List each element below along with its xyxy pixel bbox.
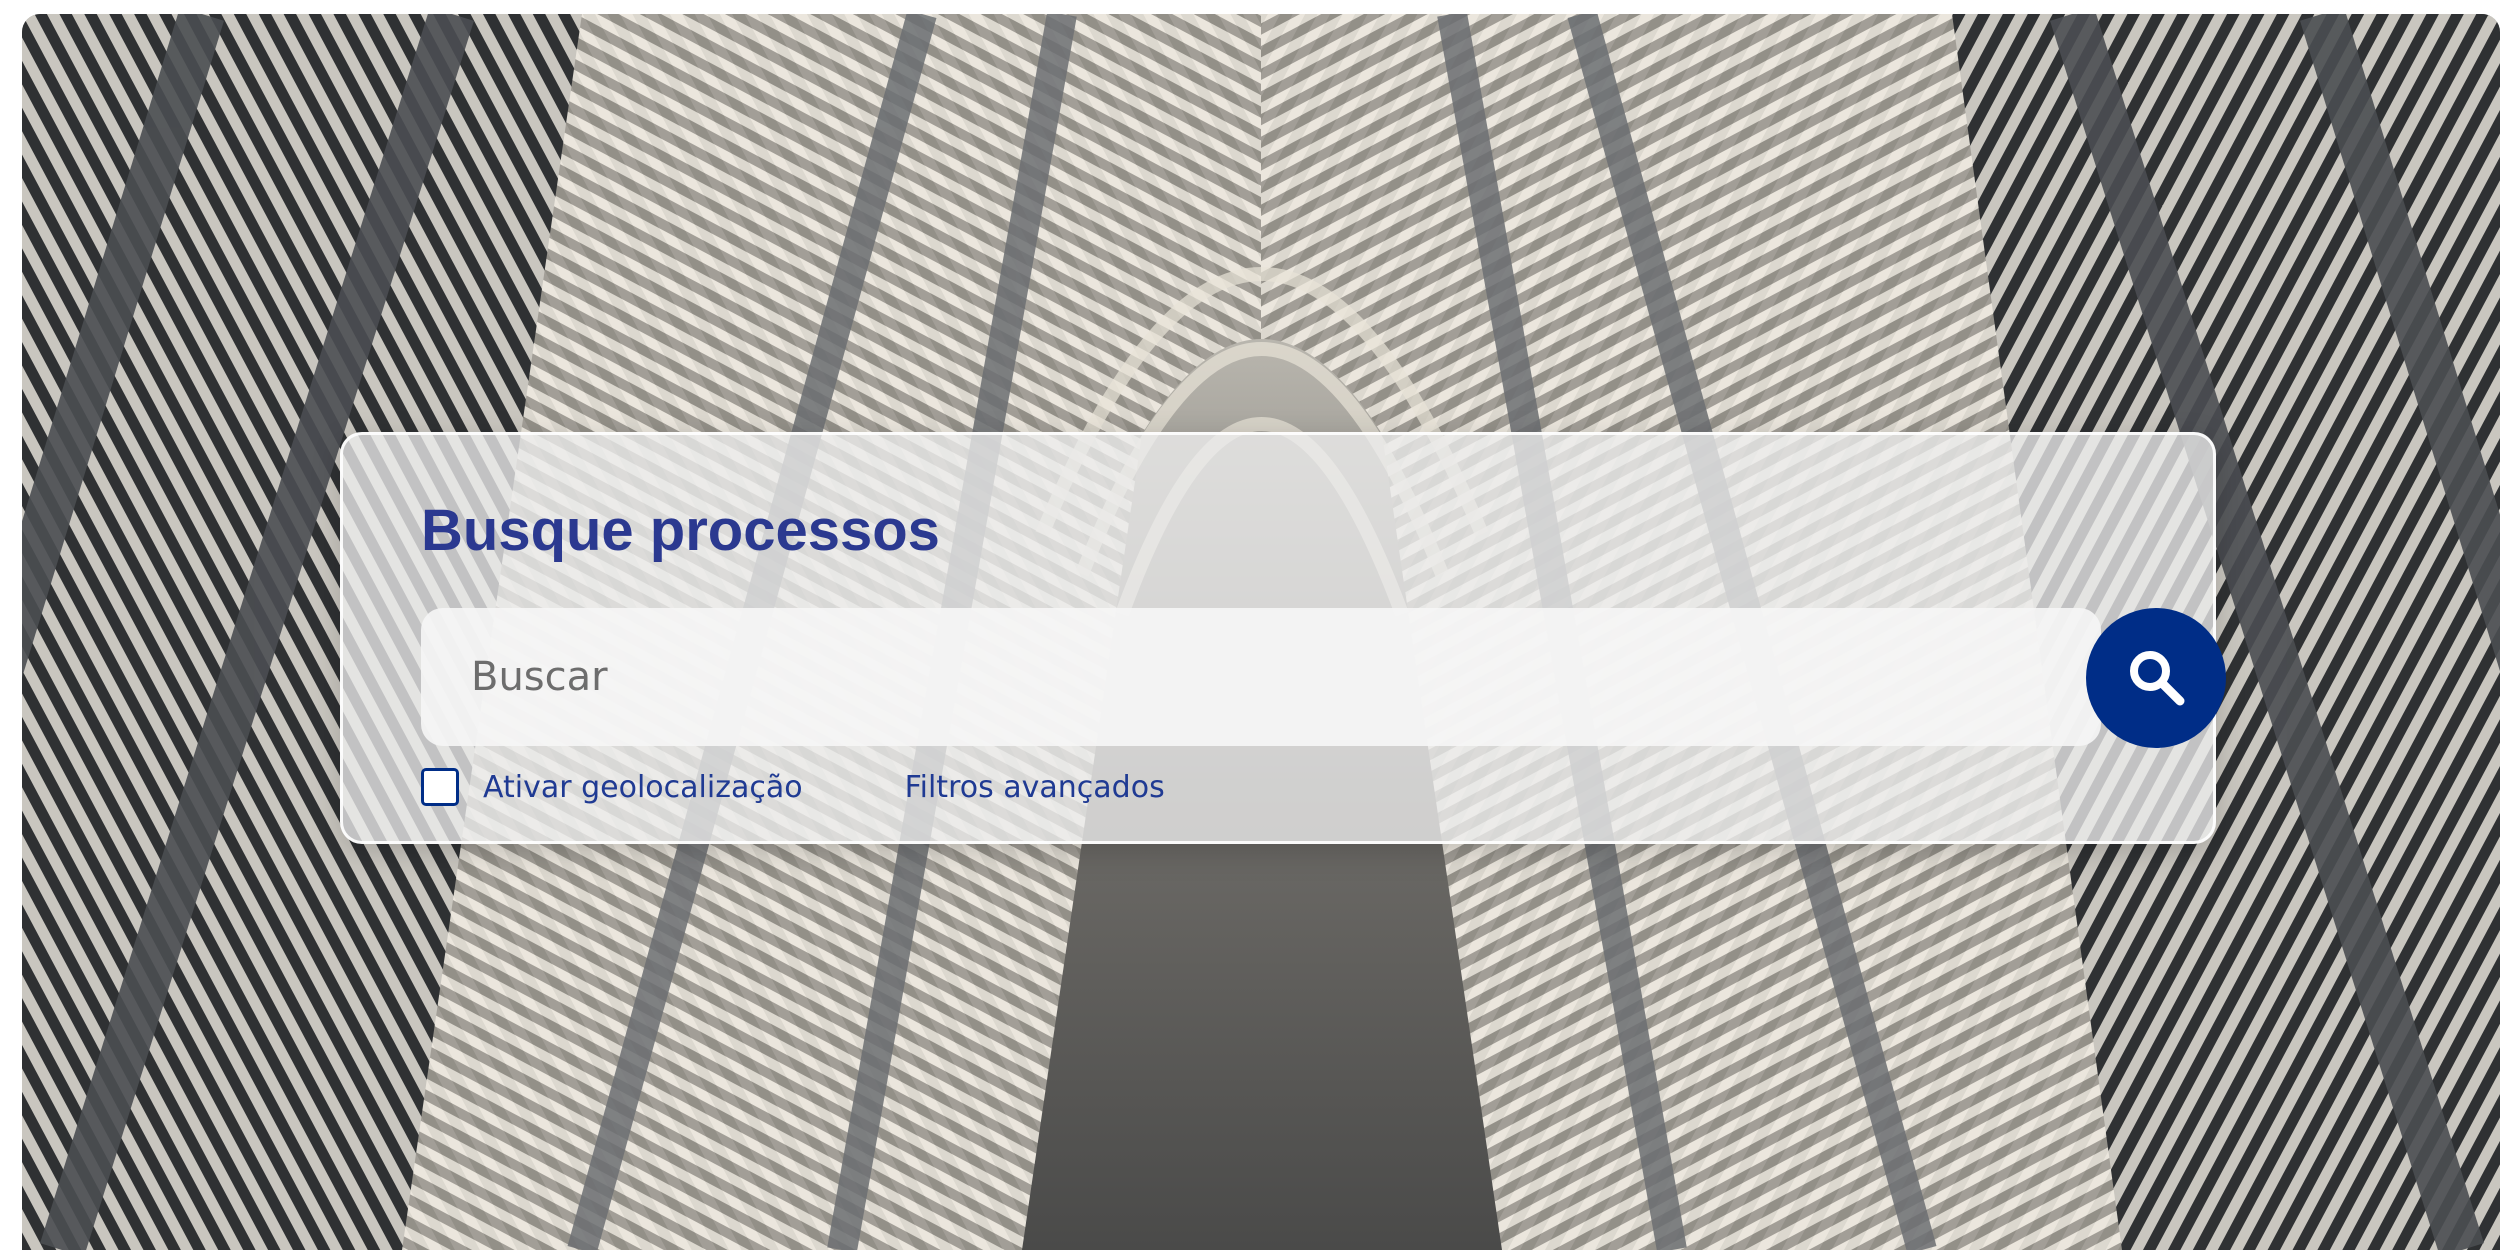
geolocation-checkbox[interactable] [421, 768, 459, 806]
geolocation-label[interactable]: Ativar geolocalização [483, 770, 803, 805]
search-panel: Busque processos Ativar geolocalização F… [340, 432, 2226, 844]
search-bar [421, 608, 2226, 748]
search-input[interactable] [421, 608, 2101, 746]
search-options: Ativar geolocalização Filtros avançados [421, 765, 1165, 809]
advanced-filters-link[interactable]: Filtros avançados [905, 770, 1165, 805]
search-button[interactable] [2086, 608, 2226, 748]
search-icon [2124, 645, 2188, 712]
panel-title: Busque processos [421, 498, 940, 563]
